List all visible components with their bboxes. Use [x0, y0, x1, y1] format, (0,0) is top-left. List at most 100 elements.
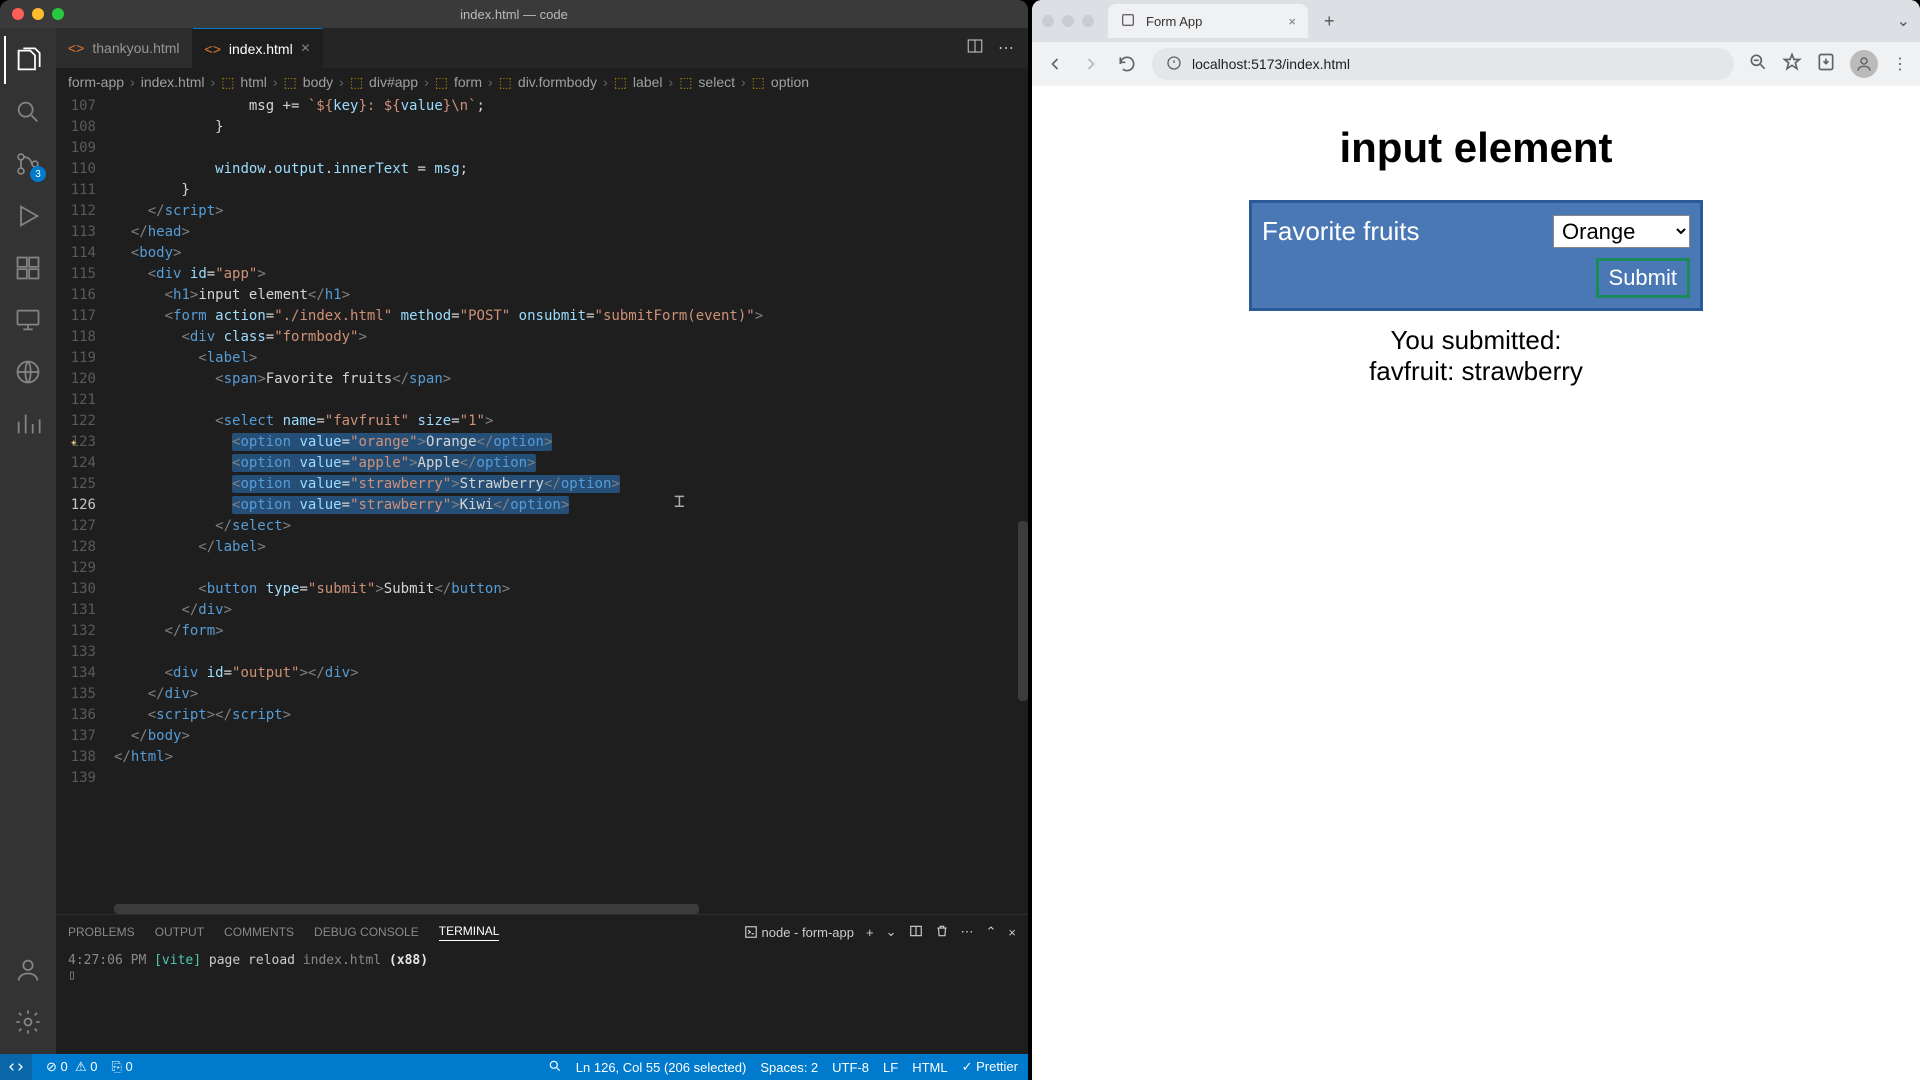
- form-label: Favorite fruits: [1262, 216, 1543, 247]
- minimize-window-icon[interactable]: [1062, 15, 1074, 27]
- ai-suggestion-icon[interactable]: ✦: [70, 432, 77, 453]
- panel-tab-terminal[interactable]: TERMINAL: [439, 924, 500, 941]
- close-tab-icon[interactable]: ×: [301, 40, 310, 58]
- live-share-icon[interactable]: [4, 348, 52, 396]
- panel-tab-output[interactable]: OUTPUT: [155, 925, 204, 939]
- terminal-dropdown-icon[interactable]: ⌄: [886, 924, 897, 940]
- search-icon[interactable]: [4, 88, 52, 136]
- tab-thankyou[interactable]: <> thankyou.html: [56, 28, 193, 68]
- terminal-task-label: node - form-app: [762, 925, 855, 940]
- status-indent[interactable]: Spaces: 2: [760, 1060, 818, 1075]
- menu-icon[interactable]: ⋮: [1892, 54, 1908, 74]
- browser-tab[interactable]: Form App ×: [1108, 4, 1308, 38]
- more-actions-icon[interactable]: ⋯: [998, 38, 1014, 58]
- symbol-icon: ⬚: [350, 74, 363, 91]
- chevron-right-icon: ›: [424, 74, 429, 90]
- install-app-icon[interactable]: [1816, 52, 1836, 77]
- address-bar[interactable]: localhost:5173/index.html: [1152, 48, 1734, 80]
- status-encoding[interactable]: UTF-8: [832, 1060, 869, 1075]
- browser-tab-strip: Form App × + ⌄: [1032, 0, 1920, 42]
- submit-button[interactable]: Submit: [1596, 258, 1690, 298]
- new-terminal-icon[interactable]: +: [866, 925, 874, 940]
- status-language[interactable]: HTML: [912, 1060, 947, 1075]
- breadcrumb-segment[interactable]: html: [240, 74, 266, 90]
- vscode-window: index.html — code 3: [0, 0, 1028, 1080]
- chevron-down-icon[interactable]: ⌄: [1897, 11, 1910, 31]
- chevron-right-icon: ›: [211, 74, 216, 90]
- settings-gear-icon[interactable]: [4, 998, 52, 1046]
- forward-button[interactable]: [1080, 53, 1102, 75]
- form-body: Favorite fruits OrangeAppleStrawberryKiw…: [1249, 200, 1703, 311]
- breadcrumb-segment[interactable]: option: [771, 74, 809, 90]
- close-panel-icon[interactable]: ×: [1008, 925, 1016, 940]
- symbol-icon: ⬚: [499, 74, 512, 91]
- symbol-icon: ⬚: [284, 74, 297, 91]
- browser-window-controls: [1042, 15, 1094, 27]
- status-cursor-position[interactable]: Ln 126, Col 55 (206 selected): [576, 1060, 747, 1075]
- panel-tab-comments[interactable]: COMMENTS: [224, 925, 294, 939]
- status-formatter[interactable]: ✓ Prettier: [962, 1059, 1018, 1075]
- breadcrumb-segment[interactable]: body: [303, 74, 333, 90]
- new-tab-button[interactable]: +: [1316, 11, 1343, 32]
- text-cursor-icon: ⌶: [674, 491, 685, 512]
- vscode-body: 3: [0, 28, 1028, 1054]
- editor-actions: ⋯: [966, 28, 1028, 68]
- panel-tab-problems[interactable]: PROBLEMS: [68, 925, 135, 939]
- terminal-task[interactable]: node - form-app: [744, 925, 854, 940]
- favfruit-select[interactable]: OrangeAppleStrawberryKiwi: [1553, 215, 1690, 248]
- more-panel-icon[interactable]: ⋯: [961, 924, 974, 940]
- account-icon[interactable]: [4, 946, 52, 994]
- terminal-output[interactable]: 4:27:06 PM [vite] page reload index.html…: [56, 949, 1028, 1054]
- editor-tabs: <> thankyou.html <> index.html × ⋯: [56, 28, 1028, 68]
- remote-indicator[interactable]: [0, 1054, 32, 1080]
- code-content[interactable]: msg += `${key}: ${value}\n`; } window.ou…: [114, 96, 1028, 914]
- status-search-icon[interactable]: [548, 1059, 562, 1076]
- maximize-window-icon[interactable]: [1082, 15, 1094, 27]
- breadcrumb-segment[interactable]: index.html: [141, 74, 205, 90]
- vertical-scrollbar[interactable]: [1014, 96, 1028, 914]
- graph-icon[interactable]: [4, 400, 52, 448]
- reload-button[interactable]: [1116, 53, 1138, 75]
- chevron-right-icon: ›: [488, 74, 493, 90]
- panel-tab-debug-console[interactable]: DEBUG CONSOLE: [314, 925, 419, 939]
- url-text: localhost:5173/index.html: [1192, 56, 1350, 72]
- html-file-icon: <>: [68, 40, 84, 56]
- bookmark-star-icon[interactable]: [1782, 52, 1802, 77]
- source-control-icon[interactable]: 3: [4, 140, 52, 188]
- breadcrumb-segment[interactable]: select: [698, 74, 735, 90]
- status-errors[interactable]: ⊘ 0 ⚠ 0: [46, 1059, 97, 1075]
- split-terminal-icon[interactable]: [909, 924, 923, 941]
- breadcrumb-segment[interactable]: div#app: [369, 74, 418, 90]
- close-window-icon[interactable]: [1042, 15, 1054, 27]
- tab-index[interactable]: <> index.html ×: [193, 28, 324, 68]
- panel-tabs: PROBLEMS OUTPUT COMMENTS DEBUG CONSOLE TERMI…: [56, 915, 1028, 949]
- html-file-icon: <>: [205, 41, 221, 57]
- site-info-icon[interactable]: [1166, 55, 1182, 74]
- status-eol[interactable]: LF: [883, 1060, 898, 1075]
- breadcrumb-segment[interactable]: form-app: [68, 74, 124, 90]
- breadcrumb[interactable]: form-app › index.html › ⬚ html › ⬚ body › ⬚ div#…: [56, 68, 1028, 96]
- back-button[interactable]: [1044, 53, 1066, 75]
- breadcrumb-segment[interactable]: div.formbody: [518, 74, 597, 90]
- horizontal-scrollbar[interactable]: [114, 904, 1028, 914]
- symbol-icon: ⬚: [752, 74, 765, 91]
- split-editor-icon[interactable]: [966, 37, 984, 60]
- status-ports[interactable]: ⎘ 0: [111, 1059, 132, 1075]
- kill-terminal-icon[interactable]: [935, 924, 949, 941]
- symbol-icon: ⬚: [679, 74, 692, 91]
- zoom-icon[interactable]: [1748, 52, 1768, 77]
- line-number-gutter: 1071081091101111121131141151161171181191…: [56, 96, 114, 914]
- profile-avatar[interactable]: [1850, 50, 1878, 78]
- breadcrumb-segment[interactable]: label: [633, 74, 663, 90]
- remote-explorer-icon[interactable]: [4, 296, 52, 344]
- extensions-icon[interactable]: [4, 244, 52, 292]
- maximize-panel-icon[interactable]: ⌃: [986, 924, 997, 940]
- chevron-right-icon: ›: [273, 74, 278, 90]
- browser-chrome: Form App × + ⌄ localhost:5173/index.html: [1032, 0, 1920, 86]
- terminal-time: 4:27:06 PM: [68, 953, 146, 968]
- run-debug-icon[interactable]: [4, 192, 52, 240]
- close-tab-icon[interactable]: ×: [1288, 14, 1296, 29]
- explorer-icon[interactable]: [4, 36, 52, 84]
- code-editor[interactable]: 1071081091101111121131141151161171181191…: [56, 96, 1028, 914]
- breadcrumb-segment[interactable]: form: [454, 74, 482, 90]
